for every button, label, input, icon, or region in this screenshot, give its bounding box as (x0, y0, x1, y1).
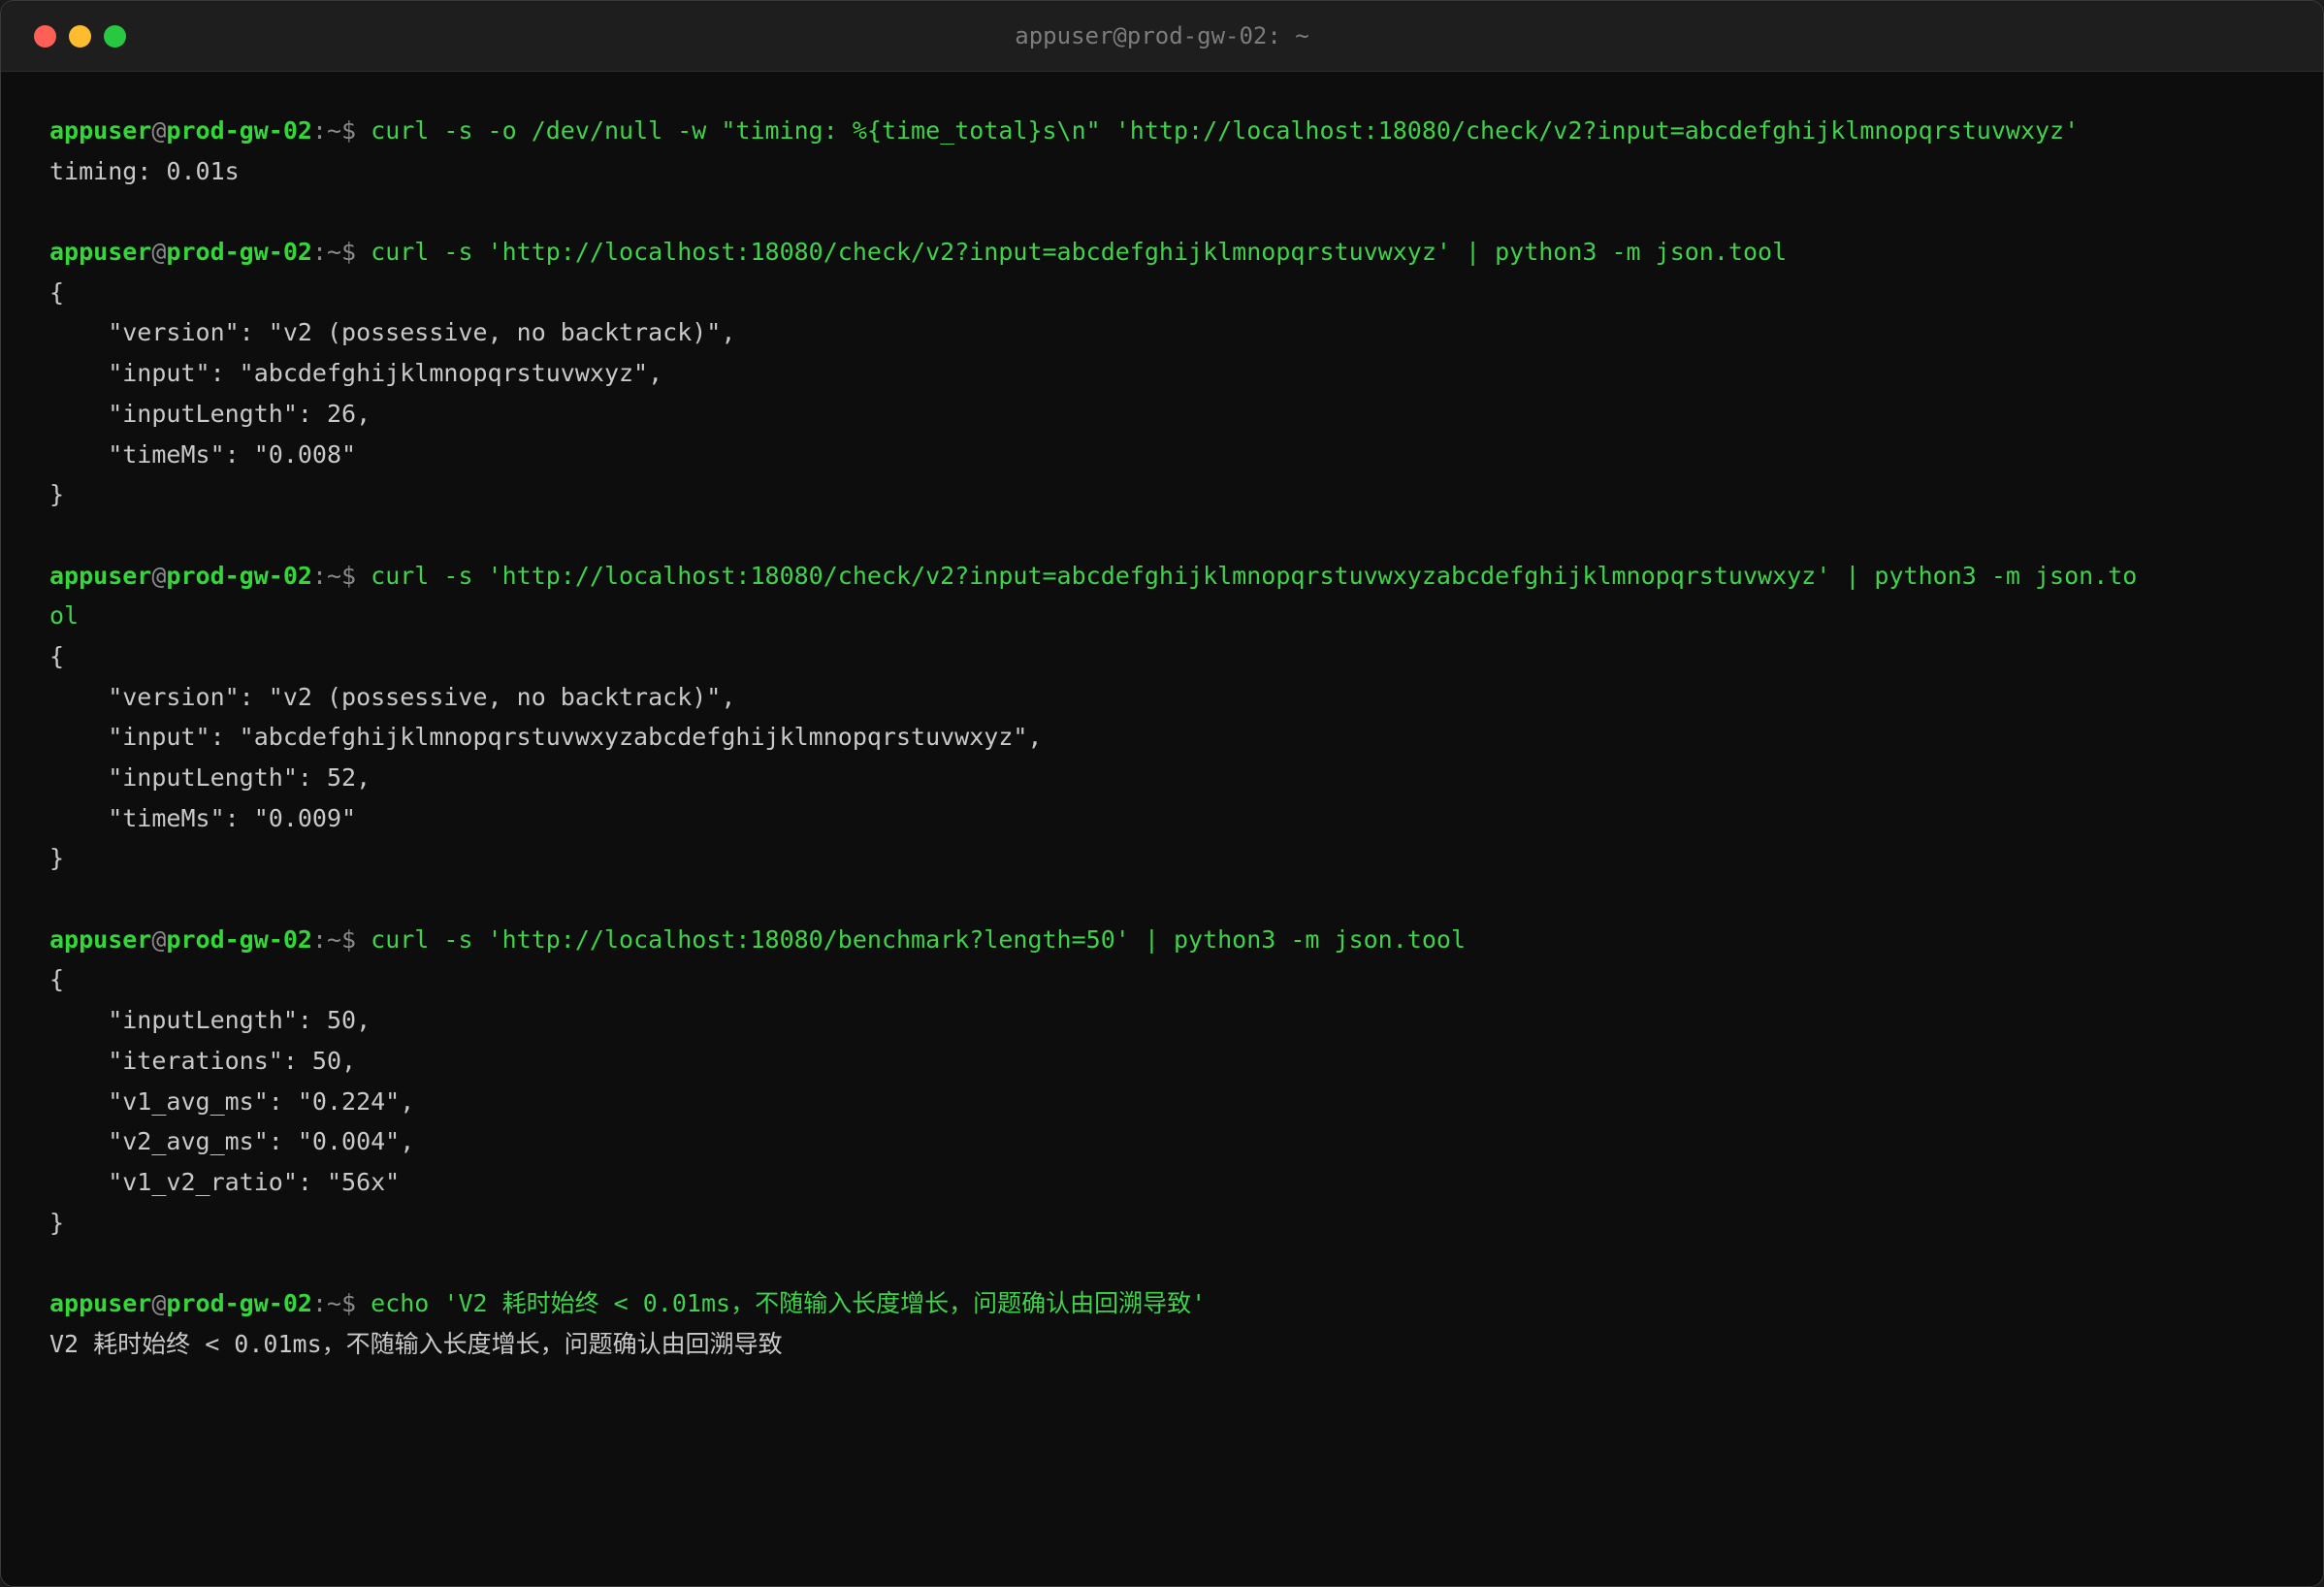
prompt-at: @ (151, 116, 167, 145)
output-line: { (49, 641, 65, 670)
prompt-at: @ (151, 238, 167, 267)
output-line: "v1_avg_ms": "0.224", (49, 1086, 415, 1116)
prompt-line: appuser@prod-gw-02:~$ curl -s -o /dev/nu… (49, 111, 2284, 151)
prompt-line: appuser@prod-gw-02:~$ curl -s 'http://lo… (49, 232, 2284, 273)
command-text-continued: ol (49, 601, 80, 631)
prompt-at: @ (151, 924, 167, 954)
output-line: "v2_avg_ms": "0.004", (49, 1127, 415, 1156)
output-line: "timeMs": "0.008" (49, 439, 357, 469)
output-line: { (49, 965, 65, 994)
output-line: { (49, 277, 65, 307)
output-line: "input": "abcdefghijklmnopqrstuvwxyz", (49, 359, 663, 388)
prompt-path: :~$ (311, 238, 357, 267)
terminal-output[interactable]: appuser@prod-gw-02:~$ curl -s -o /dev/nu… (49, 111, 2284, 1364)
prompt-host: prod-gw-02 (166, 116, 312, 145)
output-line: } (49, 844, 65, 873)
output-line: V2 耗时始终 < 0.01ms，不随输入长度增长，问题确认由回溯导致 (49, 1329, 783, 1358)
output-line: "input": "abcdefghijklmnopqrstuvwxyzabcd… (49, 723, 1043, 752)
prompt-line: appuser@prod-gw-02:~$ echo 'V2 耗时始终 < 0.… (49, 1283, 2284, 1324)
command-text: curl -s 'http://localhost:18080/check/v2… (356, 238, 1788, 267)
output-line: } (49, 480, 65, 509)
command-text: curl -s 'http://localhost:18080/benchmar… (356, 924, 1466, 954)
prompt-user: appuser (49, 924, 152, 954)
prompt-path: :~$ (311, 1288, 357, 1317)
output-line: timing: 0.01s (49, 156, 240, 185)
output-line: "timeMs": "0.009" (49, 803, 357, 832)
window-title: appuser@prod-gw-02: ~ (1015, 22, 1309, 49)
output-line: } (49, 1208, 65, 1237)
prompt-line: appuser@prod-gw-02:~$ curl -s 'http://lo… (49, 556, 2284, 597)
prompt-line: appuser@prod-gw-02:~$ curl -s 'http://lo… (49, 920, 2284, 960)
output-line: "version": "v2 (possessive, no backtrack… (49, 682, 736, 711)
output-line: "iterations": 50, (49, 1046, 357, 1075)
output-line: "inputLength": 26, (49, 399, 371, 428)
command-text: curl -s 'http://localhost:18080/check/v2… (356, 561, 2138, 590)
output-line: "version": "v2 (possessive, no backtrack… (49, 318, 736, 347)
prompt-at: @ (151, 561, 167, 590)
prompt-host: prod-gw-02 (166, 561, 312, 590)
output-line: "inputLength": 52, (49, 763, 371, 792)
prompt-host: prod-gw-02 (166, 1288, 312, 1317)
prompt-user: appuser (49, 238, 152, 267)
command-text: echo 'V2 耗时始终 < 0.01ms，不随输入长度增长，问题确认由回溯导… (356, 1288, 1207, 1317)
command-wrap-line: ol (49, 596, 2284, 636)
prompt-path: :~$ (311, 561, 357, 590)
prompt-user: appuser (49, 116, 152, 145)
output-line: "v1_v2_ratio": "56x" (49, 1167, 401, 1196)
terminal-window: appuser@prod-gw-02: ~ appuser@prod-gw-02… (0, 0, 2324, 1587)
output-line: "inputLength": 50, (49, 1006, 371, 1035)
prompt-path: :~$ (311, 116, 357, 145)
prompt-user: appuser (49, 1288, 152, 1317)
prompt-at: @ (151, 1288, 167, 1317)
prompt-host: prod-gw-02 (166, 238, 312, 267)
title-bar: appuser@prod-gw-02: ~ (1, 1, 2323, 72)
prompt-host: prod-gw-02 (166, 924, 312, 954)
prompt-user: appuser (49, 561, 152, 590)
prompt-path: :~$ (311, 924, 357, 954)
command-text: curl -s -o /dev/null -w "timing: %{time_… (356, 116, 2080, 145)
